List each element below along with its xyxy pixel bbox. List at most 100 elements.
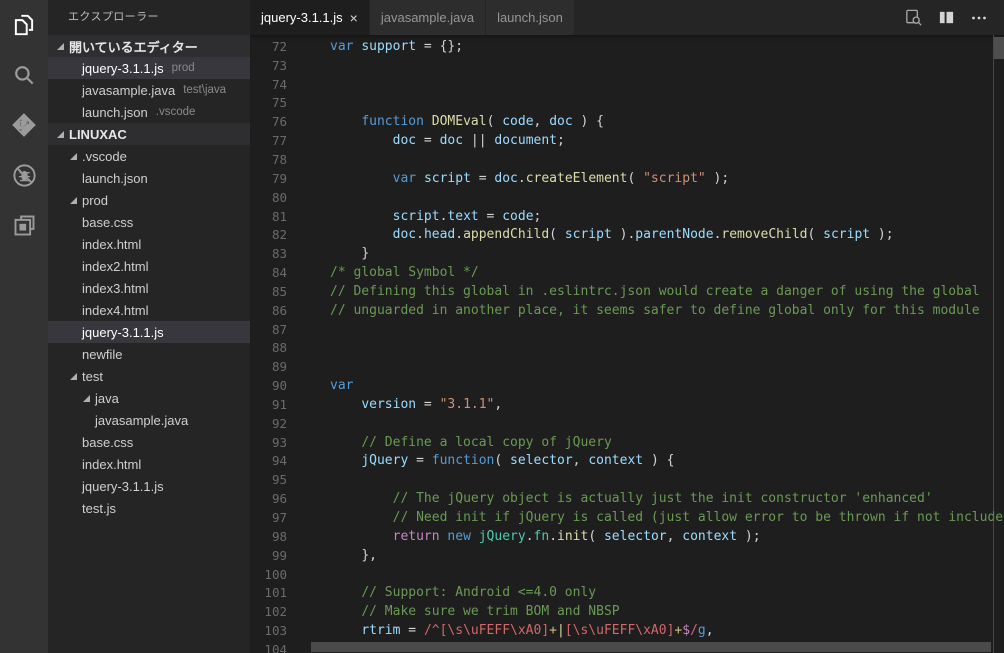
activity-extensions-button[interactable] <box>0 200 48 250</box>
tree-item[interactable]: index2.html <box>48 255 250 277</box>
code-line[interactable]: 94 jQuery = function( selector, context … <box>250 452 1004 471</box>
open-editor-item[interactable]: launch.json .vscode <box>48 101 250 123</box>
tree-item[interactable]: jquery-3.1.1.js <box>48 475 250 497</box>
line-number: 78 <box>250 152 287 167</box>
editor-tab[interactable]: javasample.java × <box>370 0 486 35</box>
code-line[interactable]: 72 var support = {}; <box>250 37 1004 56</box>
vertical-scrollbar[interactable] <box>994 37 1004 59</box>
code-line[interactable]: 76 function DOMEval( code, doc ) { <box>250 112 1004 131</box>
line-number: 72 <box>250 39 287 54</box>
code-line[interactable]: 74 <box>250 75 1004 94</box>
tree-item[interactable]: test <box>48 365 250 387</box>
tab-label: jquery-3.1.1.js <box>261 10 343 25</box>
line-content: var <box>287 378 353 393</box>
code-line[interactable]: 81 script.text = code; <box>250 207 1004 226</box>
section-label: 開いているエディター <box>69 37 198 56</box>
open-editor-item[interactable]: javasample.java test\java <box>48 79 250 101</box>
code-line[interactable]: 75 <box>250 94 1004 113</box>
tree-item[interactable]: .vscode <box>48 145 250 167</box>
code-line[interactable]: 99 }, <box>250 546 1004 565</box>
line-content: } <box>287 246 369 261</box>
tabs: jquery-3.1.1.js × javasample.java × laun… <box>250 0 575 35</box>
section-label: LINUXAC <box>69 127 127 142</box>
tree-item[interactable]: test.js <box>48 497 250 519</box>
code-line[interactable]: 102 // Make sure we trim BOM and NBSP <box>250 602 1004 621</box>
line-content: /* global Symbol */ <box>287 265 479 280</box>
open-preview-button[interactable] <box>904 8 923 27</box>
tree-item[interactable]: launch.json <box>48 167 250 189</box>
tree-item[interactable]: javasample.java <box>48 409 250 431</box>
line-content: script.text = code; <box>287 209 541 224</box>
tree-item[interactable]: java <box>48 387 250 409</box>
code-line[interactable]: 82 doc.head.appendChild( script ).parent… <box>250 225 1004 244</box>
extensions-icon <box>11 212 38 239</box>
explorer-sidebar: エクスプローラー 開いているエディター jquery-3.1.1.js prod… <box>48 0 250 653</box>
tree-item[interactable]: jquery-3.1.1.js <box>48 321 250 343</box>
line-content: // Make sure we trim BOM and NBSP <box>287 604 620 619</box>
line-content: return new jQuery.fn.init( selector, con… <box>287 529 761 544</box>
code-line[interactable]: 100 <box>250 565 1004 584</box>
code-line[interactable]: 93 // Define a local copy of jQuery <box>250 433 1004 452</box>
tree-item[interactable]: index3.html <box>48 277 250 299</box>
tree-item[interactable]: base.css <box>48 211 250 233</box>
code-line[interactable]: 80 <box>250 188 1004 207</box>
open-editors-header[interactable]: 開いているエディター <box>48 35 250 57</box>
line-number: 94 <box>250 453 287 468</box>
code-line[interactable]: 73 <box>250 56 1004 75</box>
horizontal-scrollbar[interactable] <box>311 642 991 652</box>
editor-tab[interactable]: launch.json × <box>486 0 575 35</box>
folder-root-header[interactable]: LINUXAC <box>48 123 250 145</box>
file-label: index.html <box>82 237 141 252</box>
close-icon[interactable]: × <box>350 11 358 25</box>
file-label: launch.json <box>82 171 148 186</box>
code-line[interactable]: 96 // The jQuery object is actually just… <box>250 489 1004 508</box>
code-line[interactable]: 91 version = "3.1.1", <box>250 395 1004 414</box>
editor-tab[interactable]: jquery-3.1.1.js × <box>250 0 370 35</box>
code-line[interactable]: 78 <box>250 150 1004 169</box>
twisty-expanded-icon <box>82 387 95 409</box>
code-line[interactable]: 90 var <box>250 376 1004 395</box>
code-line[interactable]: 89 <box>250 357 1004 376</box>
line-number: 86 <box>250 303 287 318</box>
tree-item[interactable]: index.html <box>48 453 250 475</box>
activity-debug-button[interactable] <box>0 150 48 200</box>
editor-actions <box>904 0 1004 35</box>
code-line[interactable]: 88 <box>250 339 1004 358</box>
file-label: base.css <box>82 215 133 230</box>
file-label: javasample.java <box>95 413 188 428</box>
code-line[interactable]: 97 // Need init if jQuery is called (jus… <box>250 508 1004 527</box>
search-icon <box>11 62 37 88</box>
more-actions-button[interactable] <box>970 9 988 27</box>
line-number: 74 <box>250 77 287 92</box>
split-editor-button[interactable] <box>938 9 955 26</box>
code-line[interactable]: 83 } <box>250 244 1004 263</box>
tree-item[interactable]: index4.html <box>48 299 250 321</box>
code-line[interactable]: 92 <box>250 414 1004 433</box>
code-line[interactable]: 84 /* global Symbol */ <box>250 263 1004 282</box>
tab-bar: jquery-3.1.1.js × javasample.java × laun… <box>250 0 1004 35</box>
code-line[interactable]: 77 doc = doc || document; <box>250 131 1004 150</box>
tree-item[interactable]: newfile <box>48 343 250 365</box>
tree-item[interactable]: base.css <box>48 431 250 453</box>
activity-search-button[interactable] <box>0 50 48 100</box>
line-number: 104 <box>250 642 287 653</box>
vscode-window: エクスプローラー 開いているエディター jquery-3.1.1.js prod… <box>0 0 1004 653</box>
code-line[interactable]: 101 // Support: Android <=4.0 only <box>250 583 1004 602</box>
open-editor-item[interactable]: jquery-3.1.1.js prod <box>48 57 250 79</box>
code-line[interactable]: 86 // unguarded in another place, it see… <box>250 301 1004 320</box>
line-number: 87 <box>250 322 287 337</box>
code-line[interactable]: 85 // Defining this global in .eslintrc.… <box>250 282 1004 301</box>
tree-item[interactable]: index.html <box>48 233 250 255</box>
code-line[interactable]: 87 <box>250 320 1004 339</box>
code-line[interactable]: 79 var script = doc.createElement( "scri… <box>250 169 1004 188</box>
line-number: 85 <box>250 284 287 299</box>
line-content: // The jQuery object is actually just th… <box>287 491 933 506</box>
tree-item[interactable]: prod <box>48 189 250 211</box>
code-line[interactable]: 95 <box>250 470 1004 489</box>
code-line[interactable]: 103 rtrim = /^[\s\uFEFF\xA0]+|[\s\uFEFF\… <box>250 621 1004 640</box>
code-editor[interactable]: 72 var support = {}; 73 74 75 76 functio… <box>250 35 1004 653</box>
code-line[interactable]: 98 return new jQuery.fn.init( selector, … <box>250 527 1004 546</box>
activity-source-control-button[interactable] <box>0 100 48 150</box>
activity-explorer-button[interactable] <box>0 0 48 50</box>
twisty-expanded-icon <box>69 365 82 387</box>
